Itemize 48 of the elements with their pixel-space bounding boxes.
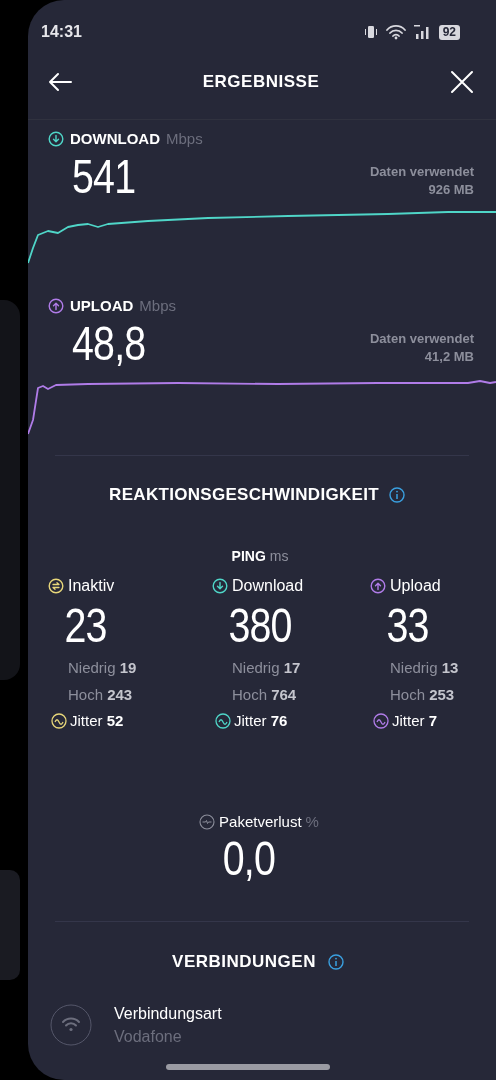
jitter-text: Jitter 7 [392,711,438,731]
packet-loss-label: Paketverlust [219,811,302,832]
wave-icon [215,713,231,730]
data-used-label: Daten verwendet [369,329,474,348]
connection-label: Verbindungsart [114,1003,222,1024]
status-time: 14:31 [41,22,82,42]
info-icon [388,487,405,503]
low-ping-text: Niedrig 19 [67,658,138,678]
ping-type-label: Upload [390,576,441,596]
ping-value: 380 [227,598,293,654]
low-ping-text: Niedrig 13 [389,658,460,678]
ping-type-label: Inaktiv [68,576,115,596]
high-ping-text: Hoch 243 [67,685,134,705]
battery-level: 92 [438,24,460,40]
vibrate-icon [362,24,379,40]
page-title: ERGEBNISSE [202,70,320,93]
wifi-icon [384,24,407,40]
jitter-text: Jitter 52 [70,711,124,731]
data-used-value: 926 MB [428,180,474,199]
speed-value: 541 [72,150,136,203]
ping-type-label: Download [232,576,304,596]
packet-loss-unit: % [305,811,319,832]
data-used-value: 41,2 MB [424,347,474,366]
wave-icon [51,713,67,730]
high-ping-text: Hoch 253 [389,685,456,705]
ping-value: 33 [385,598,430,654]
low-ping-text: Niedrig 17 [231,658,302,678]
wifi-icon [50,1003,92,1046]
data-used-label: Daten verwendet [369,162,474,181]
section-title: VERBINDUNGEN [172,950,316,973]
speed-unit: Mbps [139,296,177,316]
speed-label: UPLOAD [70,296,134,316]
pulse-icon [199,813,216,830]
speed-unit: Mbps [166,129,203,149]
ping-label: PING [231,546,266,566]
speed-value: 48,8 [72,317,146,370]
wave-icon [373,713,389,730]
speed-label: DOWNLOAD [70,129,160,149]
info-icon [327,953,344,970]
packet-loss-value: 0,0 [222,833,276,885]
ping-value: 23 [63,598,108,654]
back-arrow-icon [47,70,73,93]
section-title: REAKTIONSGESCHWINDIGKEIT [109,484,379,507]
ping-unit: ms [269,546,289,566]
high-ping-text: Hoch 764 [231,685,298,705]
close-icon [450,69,474,94]
jitter-text: Jitter 76 [234,711,288,731]
connection-value: Vodafone [114,1026,183,1047]
